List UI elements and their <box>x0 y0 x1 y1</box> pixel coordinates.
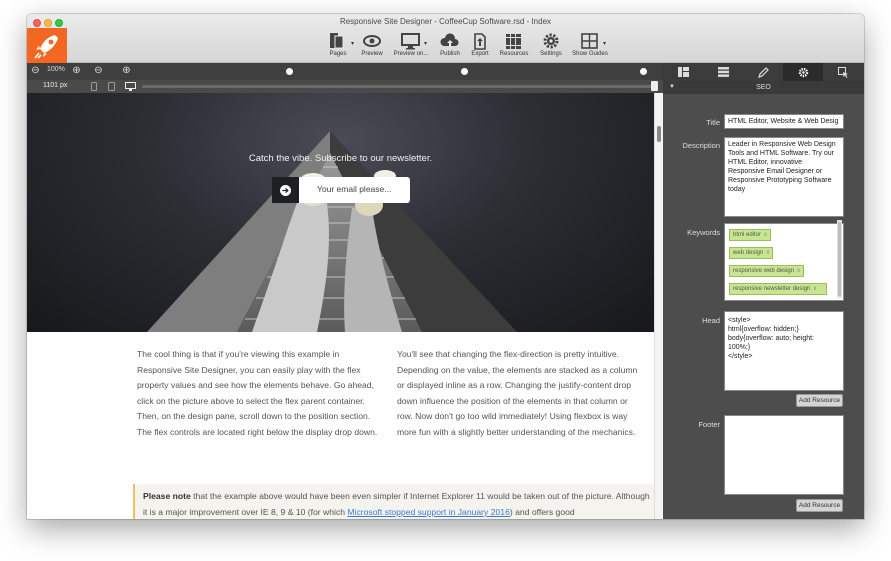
head-label: Head <box>702 316 720 325</box>
resources-button[interactable]: Resources <box>494 32 534 57</box>
keyword-tag[interactable]: responsive web design x <box>729 265 805 277</box>
text-column-right[interactable]: You'll see that changing the flex-direct… <box>397 347 642 440</box>
note-callout[interactable]: Please note that the example above would… <box>133 484 654 519</box>
email-input[interactable]: Your email please... <box>299 177 410 203</box>
width-slider-handle[interactable] <box>651 81 658 91</box>
cloud-upload-icon <box>440 32 460 50</box>
tablet-icon[interactable] <box>108 82 115 91</box>
seo-section-header[interactable]: ▼ SEO <box>663 81 864 94</box>
keyword-tag[interactable]: html editor x <box>729 229 772 241</box>
seo-section-title: SEO <box>756 84 771 91</box>
canvas-width-label: 1101 px <box>43 82 68 89</box>
main-toolbar: ▾ Pages Preview ▾ Preview on... Publish … <box>27 32 864 62</box>
subscribe-button[interactable]: ➔ <box>272 177 299 203</box>
remove-breakpoint-icon[interactable]: ⊖ <box>93 65 104 76</box>
show-guides-button[interactable]: ▾ Show Guides <box>570 32 610 57</box>
remove-keyword-icon[interactable]: x <box>764 232 767 238</box>
cursor-select-icon <box>837 67 848 78</box>
zoom-bar: ⊖ 100% ⊕ ⊖ ⊕ <box>27 63 663 80</box>
app-window: Responsive Site Designer - CoffeeCup Sof… <box>27 14 864 519</box>
remove-keyword-icon[interactable]: x <box>797 268 800 274</box>
books-icon <box>504 32 524 50</box>
keywords-box[interactable]: html editor x web design x responsive web … <box>724 223 844 301</box>
pen-icon <box>757 67 769 78</box>
collapse-arrow-icon: ▼ <box>669 84 675 90</box>
preview-on-button[interactable]: ▾ Preview on... <box>391 32 431 57</box>
eye-icon <box>362 32 382 50</box>
footer-code-textarea[interactable] <box>724 415 844 495</box>
zoom-out-icon[interactable]: ⊖ <box>30 65 41 76</box>
zoom-level: 100% <box>47 66 65 73</box>
newsletter-tagline: Catch the vibe. Subscribe to our newslet… <box>248 153 433 164</box>
breakpoint-marker[interactable] <box>286 68 293 75</box>
zoom-in-icon[interactable]: ⊕ <box>71 65 82 76</box>
keywords-scrollbar[interactable] <box>837 220 842 298</box>
breakpoint-marker[interactable] <box>461 68 468 75</box>
keyword-tag[interactable]: web design x <box>729 247 774 259</box>
arrow-right-icon: ➔ <box>280 185 291 196</box>
keywords-label: Keywords <box>687 228 720 237</box>
guides-icon: ▾ <box>580 32 606 50</box>
footer-label: Footer <box>698 420 720 429</box>
preview-button[interactable]: Preview <box>352 32 392 57</box>
tab-structure[interactable] <box>703 63 743 81</box>
title-bar: Responsive Site Designer - CoffeeCup Sof… <box>27 14 864 63</box>
export-icon <box>470 32 490 50</box>
keyword-tag[interactable]: responsive newsletter design x <box>729 283 827 295</box>
breakpoint-marker[interactable] <box>640 68 647 75</box>
seo-description-textarea[interactable]: Leader in Responsive Web Design Tools an… <box>724 137 844 217</box>
tab-layout[interactable] <box>663 63 703 81</box>
page-canvas: Catch the vibe. Subscribe to our newslet… <box>27 93 654 519</box>
phone-icon[interactable] <box>91 82 97 91</box>
add-resource-button[interactable]: Add Resource <box>796 394 843 407</box>
tab-styles[interactable] <box>743 63 783 81</box>
layout-grid-icon <box>677 67 689 77</box>
seo-title-input[interactable]: HTML Editor, Website & Web Desig <box>724 114 844 129</box>
add-resource-button[interactable]: Add Resource <box>796 499 843 512</box>
title-label: Title <box>706 118 720 127</box>
panel-tabs <box>663 63 864 81</box>
canvas-scrollbar[interactable] <box>654 93 663 519</box>
width-slider-track[interactable] <box>142 85 652 88</box>
remove-keyword-icon[interactable]: x <box>766 250 769 256</box>
head-code-textarea[interactable]: <style> html{overflow: hidden;} body{ove… <box>724 311 844 391</box>
remove-keyword-icon[interactable]: x <box>813 286 816 292</box>
note-bold-label: Please note <box>143 491 191 501</box>
scrollbar-thumb[interactable] <box>657 126 661 142</box>
rows-icon <box>717 67 729 77</box>
description-label: Description <box>682 141 720 150</box>
width-bar: 1101 px <box>27 80 663 93</box>
add-breakpoint-icon[interactable]: ⊕ <box>121 65 132 76</box>
desktop-icon[interactable] <box>125 82 136 91</box>
hero-background-image <box>147 131 517 332</box>
gear-icon <box>541 32 561 50</box>
tab-page-settings[interactable] <box>783 63 823 81</box>
settings-button[interactable]: Settings <box>531 32 571 57</box>
design-pane: ⊖ 100% ⊕ ⊖ ⊕ 1101 px Catch the vibe. Sub… <box>27 63 663 519</box>
window-title: Responsive Site Designer - CoffeeCup Sof… <box>339 17 552 26</box>
note-text-end: ) and offers good <box>509 507 575 517</box>
tab-select[interactable] <box>823 63 863 81</box>
text-column-left[interactable]: The cool thing is that if you're viewing… <box>137 347 382 440</box>
monitor-icon: ▾ <box>401 32 427 50</box>
microsoft-support-link[interactable]: Microsoft stopped support in January 201… <box>347 507 509 517</box>
keywords-scrollbar-thumb[interactable] <box>838 222 841 296</box>
properties-panel: ▼ SEO Title HTML Editor, Website & Web D… <box>663 63 864 519</box>
gear-icon <box>798 67 808 78</box>
pages-icon: ▾ <box>328 32 354 50</box>
hero-section[interactable]: Catch the vibe. Subscribe to our newslet… <box>27 93 654 332</box>
